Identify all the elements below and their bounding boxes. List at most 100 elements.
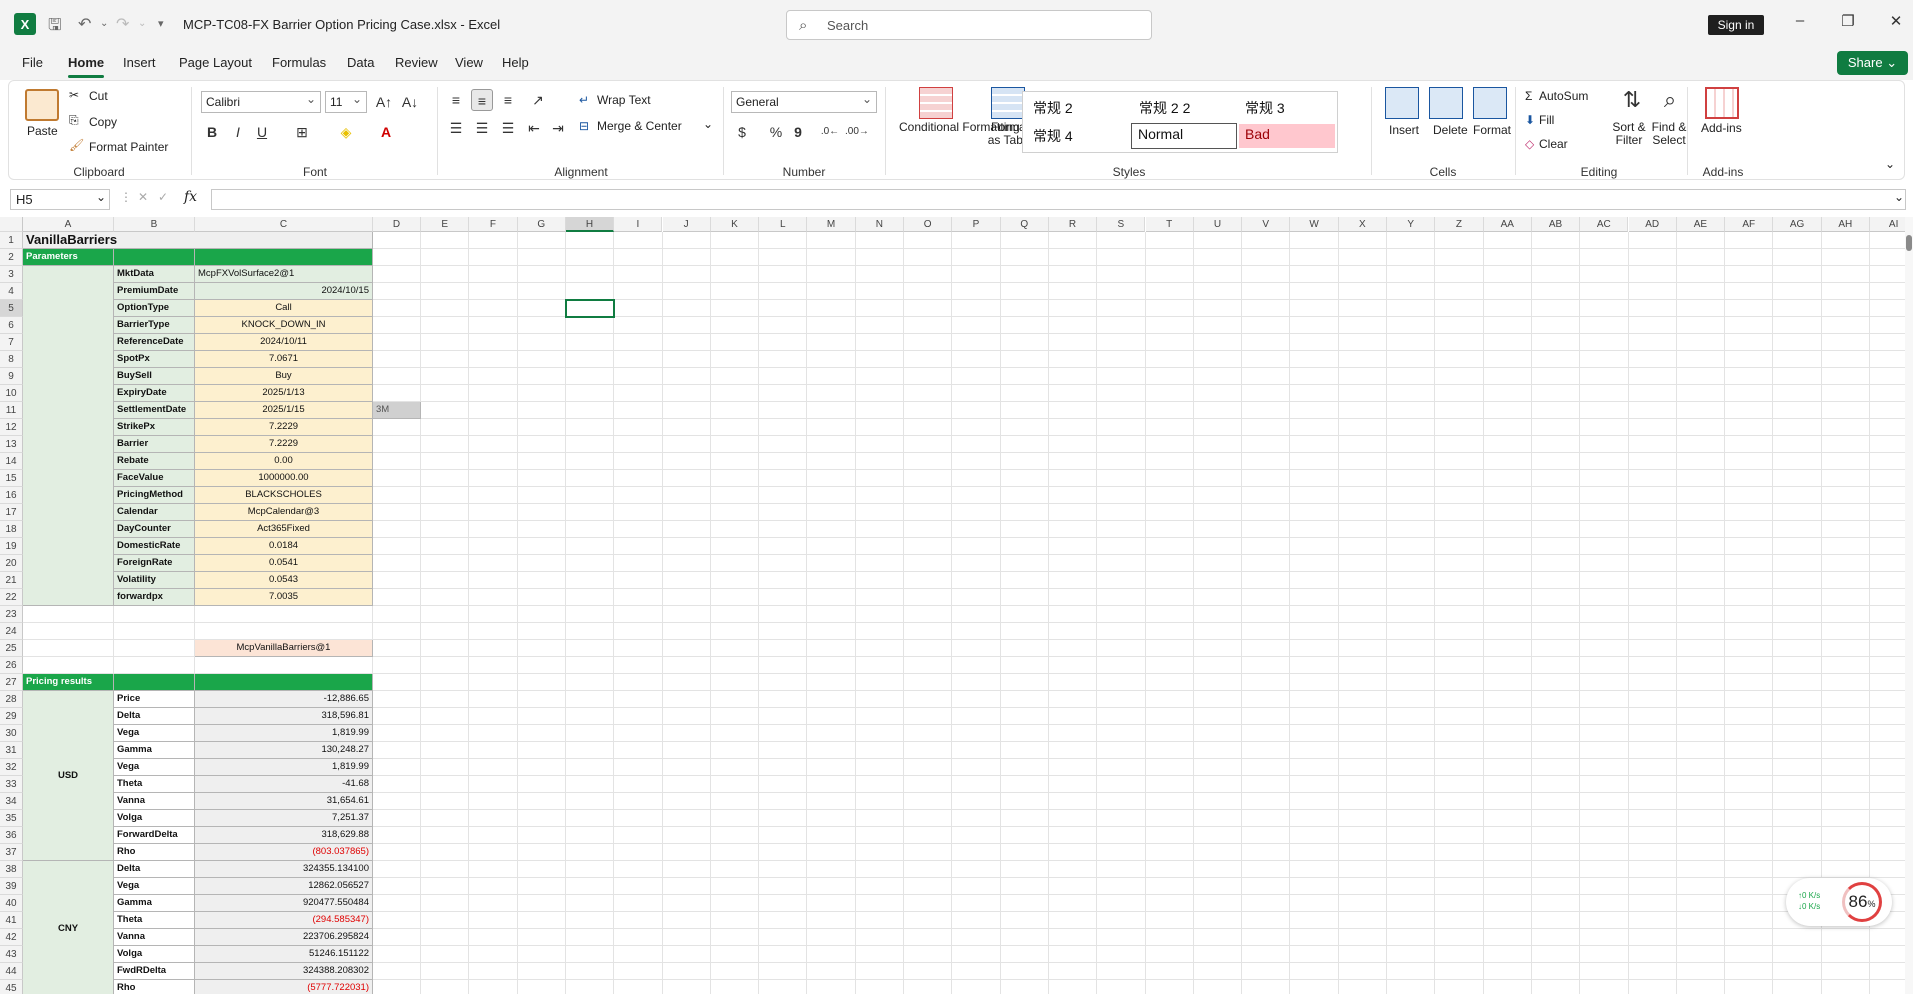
row-header-14[interactable]: 14 xyxy=(0,453,23,470)
column-header-q[interactable]: Q xyxy=(1000,217,1049,232)
vertical-scrollbar[interactable] xyxy=(1905,217,1913,994)
row-header-32[interactable]: 32 xyxy=(0,759,23,776)
style-changgui-2[interactable]: 常规 2 xyxy=(1027,96,1079,120)
column-header-j[interactable]: J xyxy=(662,217,711,232)
spreadsheet-grid[interactable]: A B C D E F G H I J K L M N O P Q R S T U V W X Y Z AA AB AC AD AE AF AG… xyxy=(0,217,1905,994)
row-header-38[interactable]: 38 xyxy=(0,861,23,878)
formula-input[interactable] xyxy=(211,189,1906,210)
param-value-cell[interactable]: Call xyxy=(195,300,373,317)
result-name-cell[interactable]: Gamma xyxy=(114,895,195,912)
column-header-i[interactable]: I xyxy=(614,217,663,232)
tab-review[interactable]: Review xyxy=(395,55,438,70)
column-header-t[interactable]: T xyxy=(1145,217,1194,232)
param-name-cell[interactable]: DomesticRate xyxy=(114,538,195,555)
sort-filter-button[interactable]: Sort & Filter xyxy=(1609,121,1649,147)
object-name-cell[interactable]: McpVanillaBarriers@1 xyxy=(195,640,373,657)
result-name-cell[interactable]: Volga xyxy=(114,946,195,963)
align-right-icon[interactable]: ☰ xyxy=(497,117,519,139)
result-value-cell[interactable]: 324388.208302 xyxy=(195,963,373,980)
result-value-cell[interactable]: 920477.550484 xyxy=(195,895,373,912)
comma-style-button[interactable]: 9 xyxy=(787,121,809,143)
align-middle-icon[interactable]: ≡ xyxy=(471,89,493,111)
param-value-cell[interactable]: 7.2229 xyxy=(195,436,373,453)
format-painter-button[interactable]: Format Painter xyxy=(89,140,168,154)
row-header-26[interactable]: 26 xyxy=(0,657,23,674)
result-value-cell[interactable]: 1,819.99 xyxy=(195,759,373,776)
name-box[interactable]: H5 xyxy=(10,189,110,210)
delete-button[interactable]: Delete xyxy=(1433,123,1468,137)
sheet-title-cell[interactable]: VanillaBarriers xyxy=(23,232,373,249)
autosum-icon[interactable]: Σ xyxy=(1525,89,1532,103)
result-value-cell[interactable]: 7,251.37 xyxy=(195,810,373,827)
close-icon[interactable]: ✕ xyxy=(1876,12,1913,36)
pricing-results-header-cell[interactable] xyxy=(195,674,373,691)
row-header-16[interactable]: 16 xyxy=(0,487,23,504)
param-value-cell[interactable]: 7.0671 xyxy=(195,351,373,368)
paste-icon[interactable] xyxy=(25,89,59,121)
format-cells-icon[interactable] xyxy=(1473,87,1507,119)
column-header-ah[interactable]: AH xyxy=(1821,217,1870,232)
param-value-cell[interactable]: Buy xyxy=(195,368,373,385)
param-value-cell[interactable]: KNOCK_DOWN_IN xyxy=(195,317,373,334)
result-value-cell[interactable]: 318,596.81 xyxy=(195,708,373,725)
column-header-ac[interactable]: AC xyxy=(1580,217,1629,232)
percent-button[interactable]: % xyxy=(765,121,787,143)
save-icon[interactable]: 🖫 xyxy=(48,14,62,41)
clear-icon[interactable]: ◇ xyxy=(1525,137,1534,151)
column-header-y[interactable]: Y xyxy=(1387,217,1436,232)
align-center-icon[interactable]: ☰ xyxy=(471,117,493,139)
row-header-18[interactable]: 18 xyxy=(0,521,23,538)
cut-button[interactable]: Cut xyxy=(89,89,108,103)
expand-formula-bar-icon[interactable]: ⌄ xyxy=(1894,190,1904,204)
bold-button[interactable]: B xyxy=(201,121,223,143)
result-name-cell[interactable]: FwdRDelta xyxy=(114,963,195,980)
result-value-cell[interactable]: 223706.295824 xyxy=(195,929,373,946)
result-name-cell[interactable]: Delta xyxy=(114,861,195,878)
row-header-34[interactable]: 34 xyxy=(0,793,23,810)
row-header-39[interactable]: 39 xyxy=(0,878,23,895)
tab-insert[interactable]: Insert xyxy=(123,55,156,70)
undo-icon[interactable]: ↶ xyxy=(78,14,91,34)
param-name-cell[interactable]: OptionType xyxy=(114,300,195,317)
row-header-30[interactable]: 30 xyxy=(0,725,23,742)
align-bottom-icon[interactable]: ≡ xyxy=(497,89,519,111)
row-header-43[interactable]: 43 xyxy=(0,946,23,963)
copy-button[interactable]: Copy xyxy=(89,115,117,129)
conditional-formatting-icon[interactable] xyxy=(919,87,953,119)
select-all-corner[interactable] xyxy=(0,217,23,232)
scrollbar-thumb[interactable] xyxy=(1906,235,1912,251)
result-name-cell[interactable]: Vanna xyxy=(114,929,195,946)
row-header-45[interactable]: 45 xyxy=(0,980,23,994)
column-header-w[interactable]: W xyxy=(1290,217,1339,232)
row-header-36[interactable]: 36 xyxy=(0,827,23,844)
result-value-cell[interactable]: (5777.722031) xyxy=(195,980,373,994)
column-header-a[interactable]: A xyxy=(23,217,114,232)
param-value-cell[interactable]: 2024/10/11 xyxy=(195,334,373,351)
chevron-down-icon[interactable]: ⌄ xyxy=(703,117,713,131)
row-header-9[interactable]: 9 xyxy=(0,368,23,385)
search-box[interactable]: ⌕ Search xyxy=(786,10,1152,40)
increase-font-icon[interactable]: A↑ xyxy=(373,91,395,113)
param-name-cell[interactable]: forwardpx xyxy=(114,589,195,606)
result-value-cell[interactable]: 12862.056527 xyxy=(195,878,373,895)
undo-dropdown-icon[interactable]: ⌄ xyxy=(100,18,108,29)
column-header-af[interactable]: AF xyxy=(1725,217,1774,232)
row-header-7[interactable]: 7 xyxy=(0,334,23,351)
share-button[interactable]: Share ⌄ xyxy=(1837,51,1908,75)
orientation-icon[interactable]: ↗ xyxy=(527,89,549,111)
style-normal[interactable]: Normal xyxy=(1131,123,1237,149)
font-color-icon[interactable]: A xyxy=(375,121,397,143)
param-name-cell[interactable]: Calendar xyxy=(114,504,195,521)
style-changgui-3[interactable]: 常规 3 xyxy=(1239,96,1291,120)
row-header-8[interactable]: 8 xyxy=(0,351,23,368)
column-header-b[interactable]: B xyxy=(114,217,195,232)
param-name-cell[interactable]: Volatility xyxy=(114,572,195,589)
result-value-cell[interactable]: 51246.151122 xyxy=(195,946,373,963)
paste-button[interactable]: Paste xyxy=(27,124,58,138)
tab-data[interactable]: Data xyxy=(347,55,374,70)
param-name-cell[interactable]: ExpiryDate xyxy=(114,385,195,402)
row-header-29[interactable]: 29 xyxy=(0,708,23,725)
autosum-button[interactable]: AutoSum xyxy=(1539,89,1588,103)
result-name-cell[interactable]: Theta xyxy=(114,912,195,929)
row-header-17[interactable]: 17 xyxy=(0,504,23,521)
